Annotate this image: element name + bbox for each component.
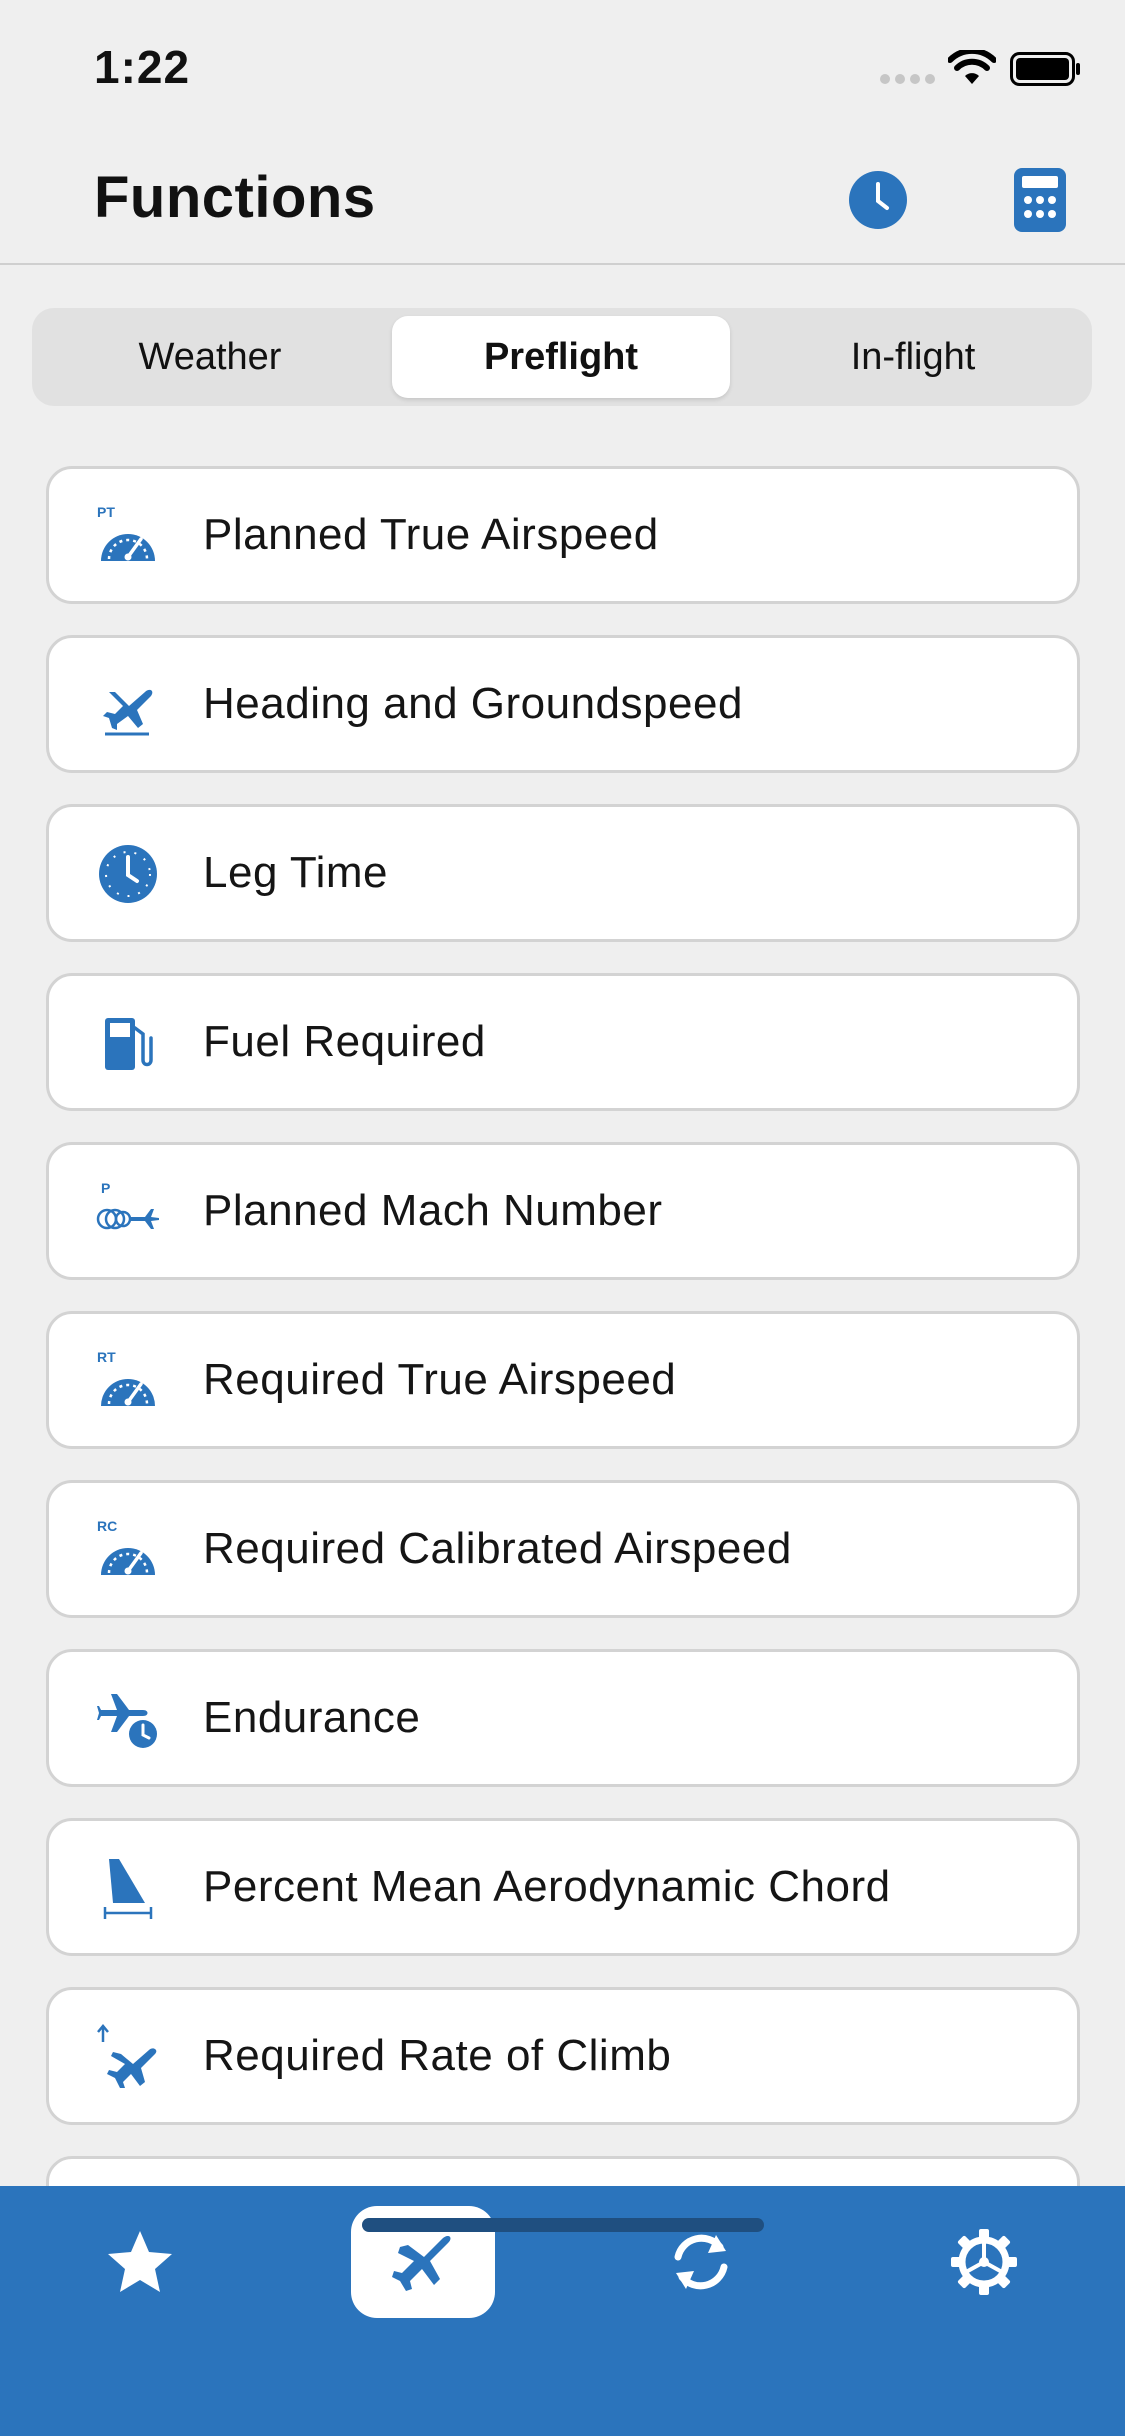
list-item-label: Endurance bbox=[203, 1693, 421, 1742]
function-list: PT Planned True Airspeed Heading and Gro… bbox=[46, 466, 1080, 2325]
list-item-label: Fuel Required bbox=[203, 1017, 486, 1066]
wing-chord-icon bbox=[95, 1855, 161, 1921]
category-segmented-control: Weather Preflight In-flight bbox=[32, 308, 1092, 406]
list-item-label: Heading and Groundspeed bbox=[203, 679, 743, 728]
list-item-planned-true-airspeed[interactable]: PT Planned True Airspeed bbox=[46, 466, 1080, 604]
speedometer-icon: PT bbox=[95, 503, 161, 569]
svg-text:RT: RT bbox=[97, 1349, 116, 1365]
home-indicator bbox=[362, 2218, 764, 2232]
fuel-pump-icon bbox=[95, 1010, 161, 1076]
clock-icon bbox=[95, 841, 161, 907]
mach-icon: P bbox=[95, 1179, 161, 1245]
airplane-heading-icon bbox=[95, 672, 161, 738]
list-item-heading-and-groundspeed[interactable]: Heading and Groundspeed bbox=[46, 635, 1080, 773]
list-item-label: Planned True Airspeed bbox=[203, 510, 659, 559]
list-item-planned-mach-number[interactable]: P Planned Mach Number bbox=[46, 1142, 1080, 1280]
status-bar: 1:22 bbox=[0, 0, 1125, 130]
functions-screen: 1:22 Functions Weather Preflight In-flig… bbox=[0, 0, 1125, 2436]
airplane-clock-icon bbox=[95, 1686, 161, 1752]
list-item-label: Planned Mach Number bbox=[203, 1186, 663, 1235]
segment-weather[interactable]: Weather bbox=[40, 316, 380, 398]
tab-favorites[interactable] bbox=[68, 2206, 212, 2318]
segment-preflight[interactable]: Preflight bbox=[392, 316, 730, 398]
list-item-required-calibrated-airspeed[interactable]: RC Required Calibrated Airspeed bbox=[46, 1480, 1080, 1618]
page-title: Functions bbox=[94, 165, 376, 230]
wifi-icon bbox=[948, 50, 996, 84]
list-item-label: Required True Airspeed bbox=[203, 1355, 677, 1404]
list-item-label: Required Calibrated Airspeed bbox=[203, 1524, 792, 1573]
list-item-label: Required Rate of Climb bbox=[203, 2031, 672, 2080]
calculator-button[interactable] bbox=[1014, 168, 1066, 232]
climb-icon bbox=[95, 2024, 161, 2090]
list-item-required-true-airspeed[interactable]: RT Required True Airspeed bbox=[46, 1311, 1080, 1449]
list-item-percent-mean-aerodynamic-chord[interactable]: Percent Mean Aerodynamic Chord bbox=[46, 1818, 1080, 1956]
list-item-leg-time[interactable]: Leg Time bbox=[46, 804, 1080, 942]
history-button[interactable] bbox=[848, 170, 908, 230]
clock-icon bbox=[849, 171, 907, 229]
tab-settings[interactable] bbox=[912, 2206, 1056, 2318]
airplane-icon bbox=[392, 2236, 451, 2291]
speedometer-icon: RC bbox=[95, 1517, 161, 1583]
svg-text:P: P bbox=[101, 1180, 110, 1196]
list-item-label: Percent Mean Aerodynamic Chord bbox=[203, 1862, 891, 1911]
list-item-required-rate-of-climb[interactable]: Required Rate of Climb bbox=[46, 1987, 1080, 2125]
battery-icon bbox=[1010, 52, 1080, 86]
tab-bar bbox=[0, 2186, 1125, 2436]
speedometer-icon: RT bbox=[95, 1348, 161, 1414]
gear-icon bbox=[951, 2229, 1017, 2295]
segment-in-flight[interactable]: In-flight bbox=[742, 316, 1084, 398]
list-item-label: Leg Time bbox=[203, 848, 388, 897]
calculator-icon bbox=[1014, 168, 1066, 232]
sync-icon bbox=[674, 2234, 728, 2290]
svg-text:RC: RC bbox=[97, 1518, 117, 1534]
star-icon bbox=[108, 2231, 172, 2292]
navigation-header: Functions bbox=[0, 130, 1125, 265]
list-item-fuel-required[interactable]: Fuel Required bbox=[46, 973, 1080, 1111]
svg-text:PT: PT bbox=[97, 504, 115, 520]
status-time: 1:22 bbox=[94, 41, 191, 93]
list-item-endurance[interactable]: Endurance bbox=[46, 1649, 1080, 1787]
cellular-signal-icon bbox=[880, 74, 935, 84]
